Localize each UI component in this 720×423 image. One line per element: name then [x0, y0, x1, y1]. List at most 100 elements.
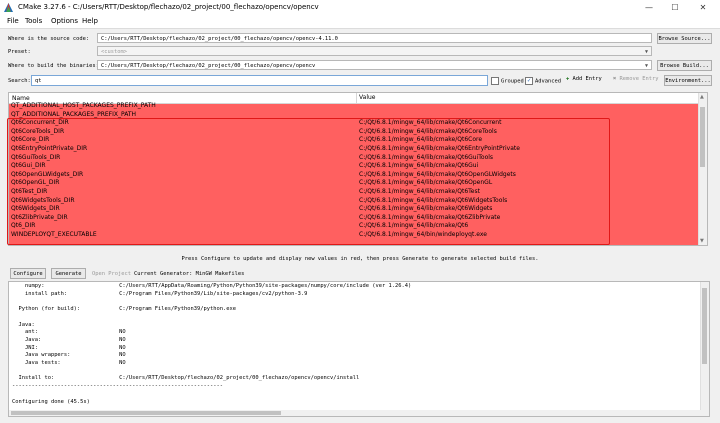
row-value: C:/Qt/6.8.1/mingw_64/lib/cmake/Qt6Core — [359, 136, 483, 144]
row-name: Qt6EntryPointPrivate_DIR — [11, 145, 88, 152]
row-value: C:/Qt/6.8.1/mingw_64/lib/cmake/Qt6EntryP… — [359, 145, 520, 152]
search-input[interactable]: qt — [31, 75, 488, 86]
status-message: Press Configure to update and display ne… — [181, 256, 539, 262]
table-row[interactable]: Qt6CoreTools_DIR C:/Qt/6.8.1/mingw_64/lib… — [9, 128, 701, 137]
row-value: C:/Qt/6.8.1/mingw_64/lib/cmake/Qt6 — [359, 222, 469, 230]
table-row[interactable]: Qt6OpenGLWidgets_DIR C:/Qt/6.8.1/mingw_64… — [9, 171, 701, 180]
table-scrollbar[interactable]: ▲ ▼ — [698, 93, 707, 245]
preset-select[interactable]: <custom> ▼ — [97, 46, 652, 56]
row-name: QT_ADDITIONAL_HOST_PACKAGES_PREFIX_PATH — [11, 102, 156, 109]
source-label: Where is the source code: — [8, 36, 90, 42]
remove-entry-button[interactable]: ✖ Remove Entry — [613, 76, 658, 82]
row-name: Qt6CoreTools_DIR — [11, 127, 65, 135]
cache-table[interactable]: Name Value QT_ADDITIONAL_HOST_PACKAGES_P… — [8, 92, 708, 246]
row-name: Qt6OpenGLWidgets_DIR — [11, 170, 84, 178]
row-name: Qt6OpenGL_DIR — [11, 179, 60, 187]
row-name: Qt6GuiTools_DIR — [11, 153, 61, 161]
log-line: ant: NO — [12, 329, 126, 336]
row-name: Qt6ZlibPrivate_DIR — [11, 213, 68, 221]
row-value: C:/Qt/6.8.1/mingw_64/lib/cmake/Qt6Test — [359, 188, 480, 195]
build-path-input[interactable]: C:/Users/RTT/Desktop/flechazo/02_project… — [97, 60, 652, 70]
table-row[interactable]: WINDEPLOYQT_EXECUTABLE C:/Qt/6.8.1/mingw_… — [9, 231, 701, 240]
close-button[interactable]: ✕ — [694, 1, 712, 14]
row-name: Qt6WidgetsTools_DIR — [11, 196, 75, 204]
table-row[interactable]: Qt6OpenGL_DIR C:/Qt/6.8.1/mingw_64/lib/cm… — [9, 179, 701, 188]
row-name: Qt6_DIR — [11, 222, 36, 230]
scroll-down-icon[interactable]: ▼ — [700, 238, 704, 244]
table-row[interactable]: Qt6Concurrent_DIR C:/Qt/6.8.1/mingw_64/li… — [9, 119, 701, 128]
row-name: Qt6Core_DIR — [11, 136, 50, 144]
table-row[interactable]: Qt6GuiTools_DIR C:/Qt/6.8.1/mingw_64/lib/… — [9, 154, 701, 163]
row-value: C:/Qt/6.8.1/mingw_64/lib/cmake/Qt6ZlibPr… — [359, 213, 501, 221]
log-line: Java wrappers: NO — [12, 352, 126, 359]
menu-options[interactable]: Options — [51, 17, 78, 25]
grouped-label: Grouped — [501, 78, 524, 85]
configure-button[interactable]: Configure — [10, 268, 46, 279]
table-row[interactable]: Qt6_DIR C:/Qt/6.8.1/mingw_64/lib/cmake/Qt… — [9, 222, 701, 231]
table-row[interactable]: Qt6Gui_DIR C:/Qt/6.8.1/mingw_64/lib/cmake… — [9, 162, 701, 171]
add-entry-label: Add Entry — [572, 76, 602, 82]
row-value: C:/Qt/6.8.1/mingw_64/bin/windeployqt.exe — [359, 231, 487, 238]
browse-build-button[interactable]: Browse Build... — [657, 60, 712, 71]
column-name-header[interactable]: Name — [12, 95, 30, 102]
cmake-logo-icon — [4, 3, 13, 12]
row-name: Qt6Test_DIR — [11, 188, 48, 195]
preset-value: <custom> — [101, 49, 127, 55]
row-value: C:/Qt/6.8.1/mingw_64/lib/cmake/Qt6GuiToo… — [359, 153, 494, 161]
row-name: QT_ADDITIONAL_PACKAGES_PREFIX_PATH — [11, 110, 137, 118]
table-row[interactable]: Qt6ZlibPrivate_DIR C:/Qt/6.8.1/mingw_64/l… — [9, 214, 701, 223]
output-log[interactable]: numpy: C:/Users/RTT/AppData/Roaming/Pyth… — [8, 281, 710, 417]
row-value: C:/Qt/6.8.1/mingw_64/lib/cmake/Qt6Gui — [359, 162, 479, 170]
current-generator: Current Generator: MinGW Makefiles — [134, 271, 245, 277]
preset-label: Preset: — [8, 49, 31, 55]
table-row[interactable]: Qt6EntryPointPrivate_DIR C:/Qt/6.8.1/ming… — [9, 145, 701, 154]
table-row[interactable]: QT_ADDITIONAL_PACKAGES_PREFIX_PATH — [9, 111, 701, 120]
table-row[interactable]: Qt6WidgetsTools_DIR C:/Qt/6.8.1/mingw_64/… — [9, 197, 701, 206]
maximize-button[interactable]: ☐ — [666, 1, 684, 14]
window-title: CMake 3.27.6 - C:/Users/RTT/Desktop/flec… — [18, 3, 319, 11]
log-line: Configuring done (45.5s) — [12, 398, 90, 405]
log-hscrollbar[interactable] — [9, 410, 701, 416]
grouped-checkbox[interactable]: Grouped — [491, 77, 524, 85]
row-value: C:/Qt/6.8.1/mingw_64/lib/cmake/Qt6OpenGL… — [359, 170, 516, 178]
build-row: Where to build the binaries: C:/Users/RT… — [0, 60, 720, 72]
row-name: WINDEPLOYQT_EXECUTABLE — [11, 231, 97, 238]
table-row[interactable]: QT_ADDITIONAL_HOST_PACKAGES_PREFIX_PATH — [9, 102, 701, 111]
checkmark-icon: ✓ — [525, 77, 533, 85]
log-scrollbar-thumb[interactable] — [702, 288, 707, 364]
chevron-down-icon: ▼ — [644, 49, 648, 55]
table-row[interactable]: Qt6Test_DIR C:/Qt/6.8.1/mingw_64/lib/cmak… — [9, 188, 701, 197]
checkbox-box — [491, 77, 499, 85]
table-row[interactable]: Qt6Core_DIR C:/Qt/6.8.1/mingw_64/lib/cmak… — [9, 136, 701, 145]
source-path-input[interactable]: C:/Users/RTT/Desktop/flechazo/02_project… — [97, 33, 652, 43]
row-value: C:/Qt/6.8.1/mingw_64/lib/cmake/Qt6Widget… — [359, 196, 508, 204]
title-bar: CMake 3.27.6 - C:/Users/RTT/Desktop/flec… — [0, 0, 720, 15]
advanced-label: Advanced — [535, 78, 561, 85]
menu-tools[interactable]: Tools — [25, 17, 42, 25]
generate-button[interactable]: Generate — [51, 268, 86, 279]
menu-help[interactable]: Help — [82, 17, 98, 25]
minimize-button[interactable]: — — [640, 1, 658, 14]
log-line: Install to: C:/Users/RTT/Desktop/flechaz… — [12, 375, 360, 382]
log-line: JNI: NO — [12, 344, 126, 351]
chevron-down-icon: ▼ — [644, 63, 648, 69]
scrollbar-thumb[interactable] — [700, 107, 705, 167]
table-row[interactable]: Qt6Widgets_DIR C:/Qt/6.8.1/mingw_64/lib/c… — [9, 205, 701, 214]
log-hscrollbar-thumb[interactable] — [11, 411, 281, 415]
source-row: Where is the source code: C:/Users/RTT/D… — [0, 33, 720, 45]
open-project-button[interactable]: Open Project — [91, 268, 132, 279]
row-value: C:/Qt/6.8.1/mingw_64/lib/cmake/Qt6CoreTo… — [359, 127, 497, 135]
menu-file[interactable]: File — [7, 17, 19, 25]
add-entry-button[interactable]: ✚ Add Entry — [566, 76, 602, 82]
row-value: C:/Qt/6.8.1/mingw_64/lib/cmake/Qt6Concur… — [359, 119, 502, 127]
row-value: C:/Qt/6.8.1/mingw_64/lib/cmake/Qt6Widget… — [359, 205, 493, 213]
build-path-value: C:/Users/RTT/Desktop/flechazo/02_project… — [101, 63, 316, 69]
environment-button[interactable]: Environment... — [664, 75, 712, 86]
row-name: Qt6Gui_DIR — [11, 162, 46, 170]
advanced-checkbox[interactable]: ✓ Advanced — [525, 77, 561, 85]
log-scrollbar[interactable] — [700, 282, 709, 416]
browse-source-button[interactable]: Browse Source... — [657, 33, 712, 44]
row-name: Qt6Widgets_DIR — [11, 205, 60, 213]
scroll-up-icon[interactable]: ▲ — [700, 94, 704, 100]
log-line: Java: — [12, 321, 35, 328]
